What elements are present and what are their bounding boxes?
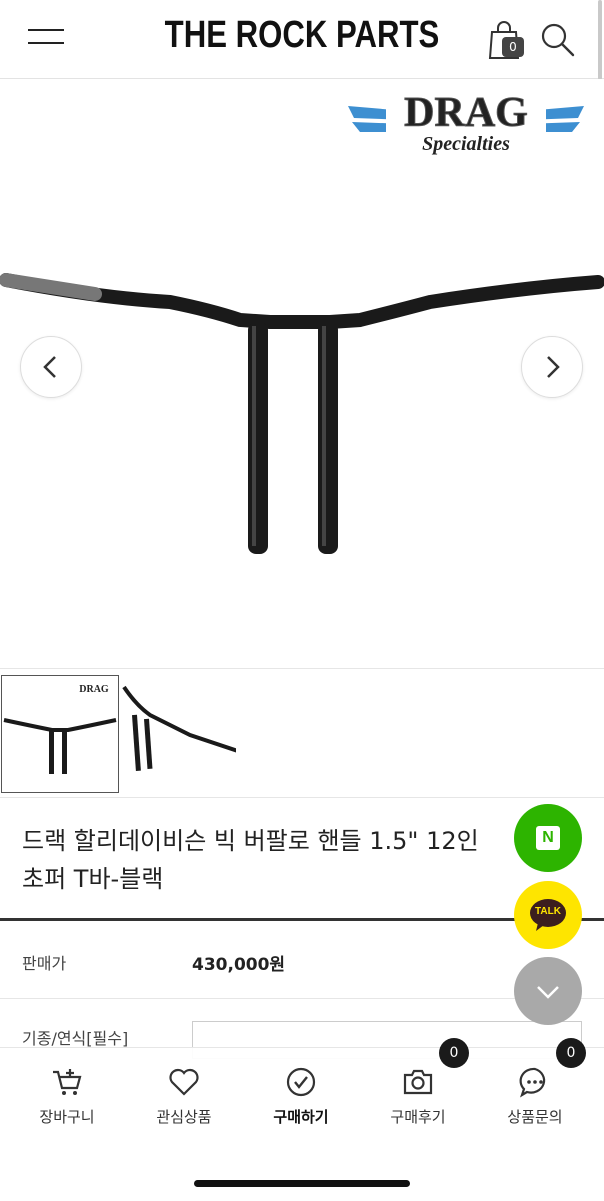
logo-text-drag: DRAG	[404, 90, 528, 136]
handlebar-product-image	[0, 273, 604, 554]
bottom-nav-reviews[interactable]: 구매후기	[368, 1066, 468, 1136]
search-icon[interactable]	[538, 20, 578, 60]
svg-text:DRAG: DRAG	[79, 684, 109, 695]
bottom-nav-cart[interactable]: 장바구니	[17, 1066, 117, 1136]
naver-talk-button[interactable]: N	[514, 804, 582, 872]
model-label: 기종/연식[필수]	[22, 1029, 129, 1048]
drag-specialties-logo: DRAG Specialties	[348, 90, 584, 155]
kakao-label: TALK	[535, 906, 561, 917]
price-label: 판매가	[22, 954, 67, 973]
product-title: 드랙 할리데이비슨 빅 버팔로 핸들 1.5" 12인 초퍼 T바-블랙	[22, 822, 532, 898]
scroll-down-button[interactable]	[514, 957, 582, 1025]
logo-text-specialties: Specialties	[422, 133, 510, 155]
camera-icon	[402, 1066, 434, 1098]
kakao-talk-button[interactable]: TALK	[514, 881, 582, 949]
store-logo[interactable]: THE ROCK PARTS	[54, 14, 549, 57]
chevron-right-icon	[547, 356, 560, 378]
chevron-down-icon	[537, 986, 559, 999]
top-header: THE ROCK PARTS 0	[0, 0, 604, 80]
product-title-line1: 드랙 할리데이비슨 빅 버팔로 핸들 1.5" 12인	[22, 827, 479, 855]
chat-bubble-icon	[519, 1066, 551, 1098]
cart-plus-icon	[51, 1066, 83, 1098]
chevron-left-icon	[43, 356, 56, 378]
price-value: 430,000원	[192, 955, 286, 975]
scroll-indicator	[598, 0, 602, 80]
next-image-button[interactable]	[521, 336, 583, 398]
reviews-count-badge: 0	[439, 1038, 469, 1068]
home-indicator[interactable]	[194, 1180, 410, 1187]
heart-icon	[168, 1066, 200, 1098]
thumbnail-2[interactable]	[120, 675, 239, 791]
thumbnail-strip: DRAG	[0, 668, 604, 798]
check-circle-icon	[285, 1066, 317, 1098]
bottom-nav-qna[interactable]: 상품문의	[485, 1066, 585, 1136]
naver-icon: N	[536, 826, 560, 850]
product-title-line2: 초퍼 T바-블랙	[22, 865, 164, 893]
thumbnail-1[interactable]: DRAG	[1, 675, 119, 793]
bottom-nav-cart-label: 장바구니	[39, 1108, 95, 1126]
bottom-nav-buy-label: 구매하기	[273, 1108, 329, 1126]
qna-count-badge: 0	[556, 1038, 586, 1068]
bottom-nav-wishlist[interactable]: 관심상품	[134, 1066, 234, 1136]
bottom-nav-reviews-label: 구매후기	[390, 1108, 446, 1126]
bottom-nav-qna-label: 상품문의	[507, 1108, 563, 1126]
bottom-nav-wishlist-label: 관심상품	[156, 1108, 212, 1126]
bottom-nav-buy[interactable]: 구매하기	[251, 1066, 351, 1136]
prev-image-button[interactable]	[20, 336, 82, 398]
cart-count-badge: 0	[502, 37, 524, 57]
